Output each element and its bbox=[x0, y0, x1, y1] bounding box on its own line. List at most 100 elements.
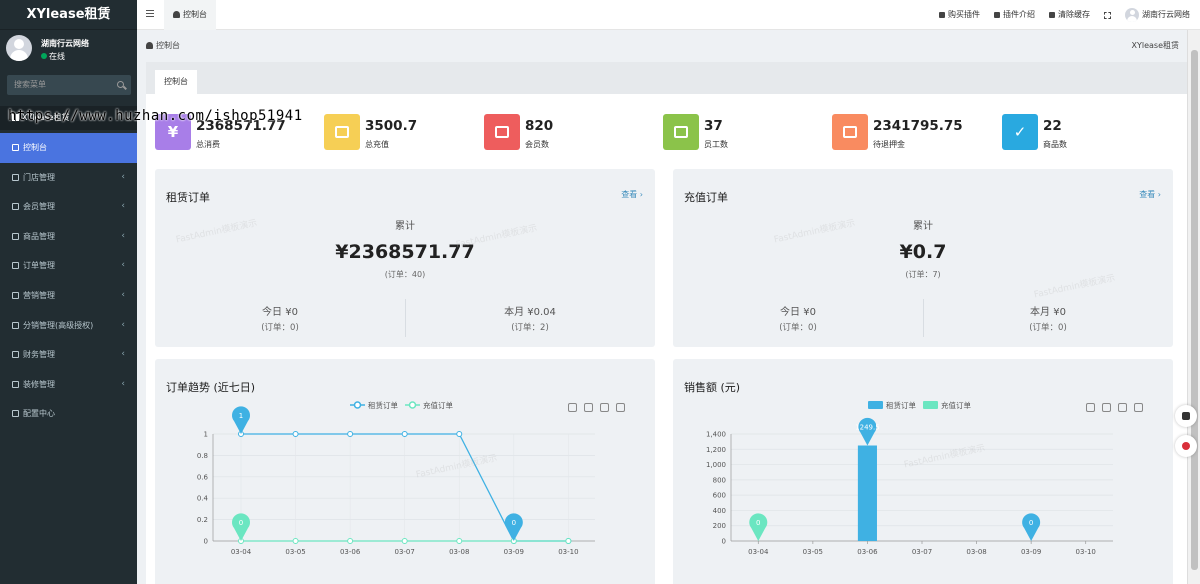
rental-orders-view-link[interactable]: 查看 › bbox=[621, 189, 643, 200]
y-tick-label: 400 bbox=[713, 507, 726, 515]
data-point bbox=[401, 538, 408, 544]
breadcrumb-label: 控制台 bbox=[156, 41, 180, 50]
search-icon[interactable] bbox=[117, 81, 124, 88]
sidebar-item-label: 装修管理 bbox=[23, 379, 55, 389]
recharge-orders-view-link[interactable]: 查看 › bbox=[1139, 189, 1161, 200]
sidebar-menu: 控制台 门店管理 ‹ 会员管理 ‹ 商品管理 ‹ 订单管理 ‹ 营销管理 ‹ 分销管理(高级授权) ‹ 财… bbox=[0, 133, 137, 429]
chevron-left-icon: ‹ bbox=[121, 378, 125, 389]
y-tick-label: 1,400 bbox=[706, 431, 726, 439]
pin-label: 0 bbox=[756, 519, 760, 527]
x-tick-label: 03-09 bbox=[504, 548, 524, 556]
recharge-cumulative-label: 累计 bbox=[913, 221, 933, 232]
refresh-icon[interactable] bbox=[600, 403, 609, 412]
sidebar-item-5[interactable]: 营销管理 ‹ bbox=[0, 281, 137, 311]
rental-total-orders: (订单：40) bbox=[384, 270, 426, 279]
plugin-intro-link[interactable]: 插件介绍 bbox=[994, 0, 1035, 30]
stat-value: 22 bbox=[1043, 118, 1062, 134]
buy-plugin-label: 购买插件 bbox=[948, 10, 980, 19]
y-tick-label: 0 bbox=[722, 538, 726, 546]
x-tick-label: 03-07 bbox=[912, 548, 932, 556]
scrollbar-thumb[interactable] bbox=[1191, 50, 1198, 570]
x-tick-label: 03-09 bbox=[1021, 548, 1041, 556]
sidebar-item-7[interactable]: 财务管理 ‹ bbox=[0, 340, 137, 370]
order-icon bbox=[12, 262, 19, 270]
sidebar-item-1[interactable]: 门店管理 ‹ bbox=[0, 163, 137, 193]
stat-label: 总充值 bbox=[365, 140, 389, 149]
clear-cache-link[interactable]: 清除缓存 bbox=[1049, 0, 1090, 30]
buy-plugin-link[interactable]: 购买插件 bbox=[939, 0, 980, 30]
goods-icon bbox=[12, 232, 19, 240]
app-name: XYlease租赁 bbox=[1131, 41, 1179, 50]
download-icon[interactable] bbox=[1134, 403, 1143, 412]
finance-icon bbox=[12, 351, 19, 359]
distribution-icon bbox=[12, 321, 19, 329]
top-navbar: 控制台 购买插件 插件介绍 清除缓存 湖南行云网络 bbox=[137, 0, 1200, 30]
home-icon bbox=[939, 12, 945, 18]
legend-swatch bbox=[923, 401, 938, 409]
sidebar-item-3[interactable]: 商品管理 ‹ bbox=[0, 222, 137, 252]
sidebar-item-2[interactable]: 会员管理 ‹ bbox=[0, 192, 137, 222]
recharge-today-orders: (订单：0) bbox=[779, 323, 817, 333]
recharge-month-amount: 本月 ¥0 bbox=[1030, 307, 1066, 318]
menu-toggle-icon[interactable] bbox=[146, 10, 154, 17]
sidebar-item-6[interactable]: 分销管理(高级授权) ‹ bbox=[0, 311, 137, 341]
brand-logo[interactable]: XYlease租赁 bbox=[0, 0, 137, 30]
breadcrumb-bar: 控制台 XYlease租赁 bbox=[137, 30, 1187, 58]
data-point bbox=[292, 538, 299, 544]
grid-icon bbox=[832, 114, 868, 150]
legend-swatch bbox=[868, 401, 883, 409]
bar-chart-icon[interactable] bbox=[1102, 403, 1111, 412]
sidebar-item-9[interactable]: 配置中心 bbox=[0, 399, 137, 429]
x-tick-label: 03-06 bbox=[340, 548, 361, 556]
refresh-icon[interactable] bbox=[1118, 403, 1127, 412]
tab-dashboard-label: 控制台 bbox=[183, 10, 207, 19]
line-chart-icon[interactable] bbox=[568, 403, 577, 412]
menu-search-placeholder: 搜索菜单 bbox=[14, 80, 46, 89]
rental-today-orders: (订单：0) bbox=[261, 323, 299, 333]
user-status: 在线 bbox=[41, 51, 65, 62]
sidebar-item-label: 财务管理 bbox=[23, 350, 55, 360]
recharge-month-orders: (订单：0) bbox=[1029, 323, 1067, 333]
plug-icon bbox=[994, 12, 1000, 18]
share-icon[interactable] bbox=[1175, 435, 1197, 457]
download-icon[interactable] bbox=[616, 403, 625, 412]
user-panel: 湖南行云网络 在线 bbox=[0, 30, 137, 68]
user-menu[interactable]: 湖南行云网络 bbox=[1125, 0, 1190, 30]
users-icon bbox=[484, 114, 520, 150]
stat-label: 总消费 bbox=[196, 140, 220, 149]
tab-dashboard[interactable]: 控制台 bbox=[164, 0, 216, 30]
accessibility-icon[interactable] bbox=[1175, 405, 1197, 427]
pin-label: 0 bbox=[512, 519, 516, 527]
floating-widgets bbox=[1175, 405, 1197, 465]
line-chart-icon[interactable] bbox=[1086, 403, 1095, 412]
pin-marker: 0 bbox=[1022, 513, 1041, 541]
pin-marker: 1249.5 bbox=[855, 417, 880, 446]
user-name: 湖南行云网络 bbox=[41, 39, 89, 48]
pin-label: 0 bbox=[239, 519, 243, 527]
menu-search-input[interactable]: 搜索菜单 bbox=[7, 75, 131, 95]
y-tick-label: 1,000 bbox=[706, 461, 726, 469]
stat-value: 37 bbox=[704, 118, 723, 134]
panel-body: ¥2368571.77 总消费 3500.7 总充值 820 会员数 37 员工数 234179… bbox=[146, 94, 1187, 584]
legend-marker bbox=[353, 401, 362, 409]
x-tick-label: 03-05 bbox=[285, 548, 305, 556]
sidebar-item-4[interactable]: 订单管理 ‹ bbox=[0, 251, 137, 281]
bar-chart-icon[interactable] bbox=[584, 403, 593, 412]
x-tick-label: 03-10 bbox=[1076, 548, 1096, 556]
page-scrollbar[interactable] bbox=[1187, 30, 1200, 584]
rental-month-orders: (订单：2) bbox=[511, 323, 549, 333]
rental-today-amount: 今日 ¥0 bbox=[262, 307, 298, 318]
sidebar-item-0[interactable]: 控制台 bbox=[0, 133, 137, 163]
check-icon: ✓ bbox=[1002, 114, 1038, 150]
avatar bbox=[6, 35, 32, 61]
panel-tab-dashboard[interactable]: 控制台 bbox=[155, 70, 197, 94]
nav-header: XYlease租赁 bbox=[0, 106, 137, 130]
rental-orders-card: 租赁订单 查看 › 累计 ¥2368571.77 (订单：40) 今日 ¥0 (… bbox=[155, 169, 655, 347]
chevron-left-icon: ‹ bbox=[121, 260, 125, 271]
x-tick-label: 03-07 bbox=[395, 548, 415, 556]
fullscreen-icon[interactable] bbox=[1104, 11, 1111, 19]
sidebar: XYlease租赁 湖南行云网络 在线 搜索菜单 XYlease租赁 控制台 门店… bbox=[0, 0, 137, 584]
pin-shape bbox=[858, 417, 877, 446]
pin-label: 1 bbox=[239, 412, 243, 420]
sidebar-item-8[interactable]: 装修管理 ‹ bbox=[0, 370, 137, 400]
